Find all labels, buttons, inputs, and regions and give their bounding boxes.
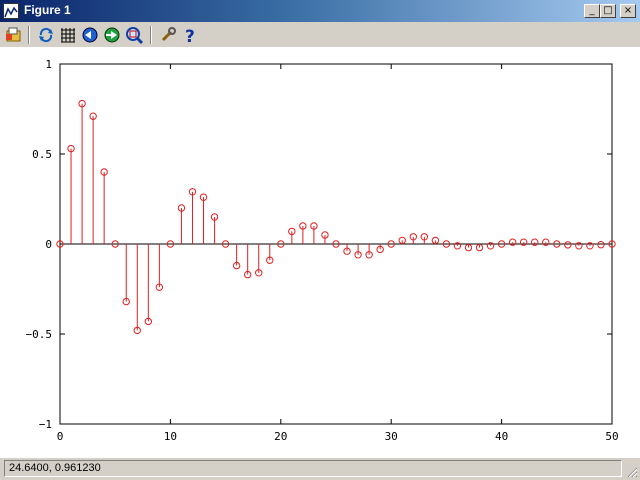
settings-button[interactable] <box>158 25 178 45</box>
pan-left-button[interactable] <box>80 25 100 45</box>
y-tick-label: 0 <box>45 238 52 251</box>
pan-left-icon <box>82 27 98 43</box>
x-tick-label: 20 <box>274 430 287 443</box>
figure-app-icon <box>3 3 19 19</box>
minimize-button[interactable]: _ <box>584 4 600 18</box>
x-tick-label: 30 <box>385 430 398 443</box>
help-icon: ? <box>185 27 195 47</box>
svg-text:?: ? <box>185 27 195 45</box>
help-button[interactable]: ? <box>180 25 200 47</box>
grid-button[interactable] <box>58 25 78 45</box>
pan-right-button[interactable] <box>102 25 122 45</box>
resize-grip-icon[interactable] <box>626 466 638 478</box>
plot-area[interactable]: 0 10 20 30 40 50 −1 −0.5 0 0.5 1 <box>0 48 640 458</box>
open-button[interactable] <box>4 25 24 45</box>
x-tick-label: 50 <box>605 430 618 443</box>
x-tick-label: 10 <box>164 430 177 443</box>
zoom-button[interactable] <box>124 25 144 45</box>
x-tick-label: 0 <box>57 430 64 443</box>
grid-icon <box>61 28 75 43</box>
refresh-button[interactable] <box>36 25 56 45</box>
close-button[interactable]: × <box>620 4 636 18</box>
maximize-button[interactable]: □ <box>600 4 616 18</box>
figure-window: Figure 1 _ □ × ? 0 10 20 30 40 50 −1 −0.… <box>0 0 640 480</box>
cursor-coordinates: 24.6400, 0.961230 <box>4 460 622 477</box>
settings-wrench-icon <box>161 27 176 42</box>
y-tick-label: 1 <box>45 58 52 71</box>
y-tick-label: 0.5 <box>32 148 52 161</box>
maximize-icon: □ <box>603 5 613 16</box>
y-tick-label: −0.5 <box>26 328 53 341</box>
pan-right-icon <box>104 27 120 43</box>
toolbar: ? <box>0 22 640 48</box>
toolbar-separator <box>28 26 30 44</box>
toolbar-separator <box>150 26 152 44</box>
status-bar: 24.6400, 0.961230 <box>0 458 640 480</box>
minimize-icon: _ <box>589 5 595 16</box>
close-icon: × <box>623 5 633 16</box>
x-tick-label: 40 <box>495 430 508 443</box>
window-title: Figure 1 <box>24 3 71 17</box>
zoom-icon <box>126 27 144 45</box>
refresh-icon <box>39 27 53 43</box>
y-tick-label: −1 <box>39 418 52 431</box>
title-bar[interactable]: Figure 1 _ □ × <box>0 0 640 22</box>
stem-chart[interactable]: 0 10 20 30 40 50 −1 −0.5 0 0.5 1 <box>0 48 640 458</box>
open-icon <box>6 27 21 42</box>
